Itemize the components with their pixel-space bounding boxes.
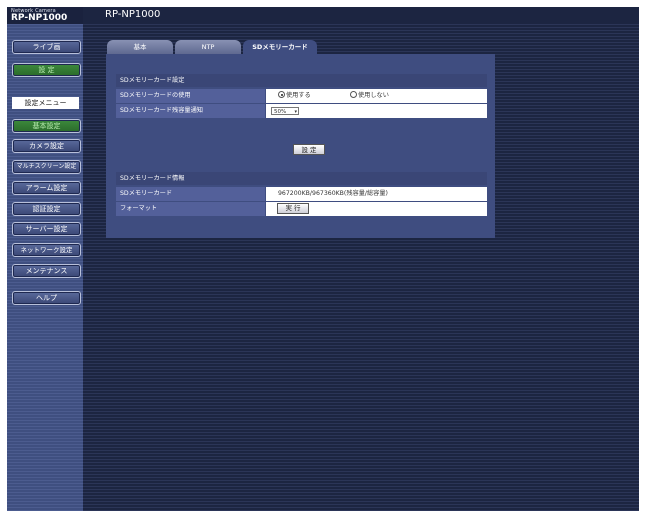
remaining-notice-select[interactable]: 50% ▾ — [271, 107, 299, 115]
sidebar-item-network[interactable]: ネットワーク設定 — [12, 243, 81, 257]
sd-card-label: SDメモリーカード — [116, 187, 265, 201]
sidebar-item-multiscreen[interactable]: マルチスクリーン設定 — [12, 160, 81, 174]
sd-remaining-label: SDメモリーカード残容量通知 — [116, 104, 265, 118]
remaining-notice-selected: 50% — [274, 109, 287, 115]
sd-usage-label: SDメモリーカードの使用 — [116, 89, 265, 103]
sd-usage-value: 使用する 使用しない — [266, 89, 487, 103]
sidebar: Network Camera RP-NP1000 ライブ画 設 定 設定メニュー… — [7, 7, 83, 511]
sidebar-item-basic[interactable]: 基本設定 — [12, 119, 81, 133]
sd-usage-row: SDメモリーカードの使用 使用する 使用しない — [116, 89, 487, 103]
sidebar-item-maintenance[interactable]: メンテナンス — [12, 264, 81, 278]
sidebar-item-alarm[interactable]: アラーム設定 — [12, 181, 81, 195]
radio-not-use[interactable]: 使用しない — [350, 89, 389, 103]
chevron-down-icon: ▾ — [294, 109, 297, 115]
app-frame: Network Camera RP-NP1000 ライブ画 設 定 設定メニュー… — [7, 7, 639, 511]
page-title: RP-NP1000 — [105, 9, 161, 20]
live-button[interactable]: ライブ画 — [12, 40, 81, 54]
format-value: 実 行 — [266, 202, 487, 216]
tab-sd-card[interactable]: SDメモリーカード — [243, 40, 317, 54]
radio-unselected-icon — [350, 91, 357, 98]
top-bar — [83, 7, 639, 24]
help-button[interactable]: ヘルプ — [12, 291, 81, 305]
sidebar-item-camera[interactable]: カメラ設定 — [12, 139, 81, 153]
radio-use-label: 使用する — [286, 92, 311, 99]
radio-selected-icon — [278, 91, 285, 98]
settings-menu-label: 設定メニュー — [12, 97, 79, 109]
sd-card-capacity: 967200KB/967360KB(残容量/総容量) — [266, 187, 487, 201]
sd-info-heading: SDメモリーカード情報 — [116, 172, 487, 185]
sd-remaining-value: 50% ▾ — [266, 104, 487, 118]
radio-not-use-label: 使用しない — [358, 92, 389, 99]
tab-ntp[interactable]: NTP — [175, 40, 241, 54]
set-button[interactable]: 設 定 — [293, 144, 325, 155]
settings-panel: SDメモリーカード設定 SDメモリーカードの使用 使用する 使用しない SDメモ… — [106, 54, 495, 238]
format-execute-button[interactable]: 実 行 — [277, 203, 309, 214]
setup-button[interactable]: 設 定 — [12, 63, 81, 77]
sd-card-row: SDメモリーカード 967200KB/967360KB(残容量/総容量) — [116, 187, 487, 201]
logo-model: RP-NP1000 — [11, 13, 68, 23]
sd-remaining-row: SDメモリーカード残容量通知 50% ▾ — [116, 104, 487, 118]
sidebar-item-server[interactable]: サーバー設定 — [12, 222, 81, 236]
format-label: フォーマット — [116, 202, 265, 216]
tab-basic[interactable]: 基本 — [107, 40, 173, 54]
sidebar-item-auth[interactable]: 認証設定 — [12, 202, 81, 216]
format-row: フォーマット 実 行 — [116, 202, 487, 216]
sd-settings-heading: SDメモリーカード設定 — [116, 74, 487, 87]
logo: Network Camera RP-NP1000 — [7, 7, 83, 24]
radio-use[interactable]: 使用する — [278, 89, 311, 103]
